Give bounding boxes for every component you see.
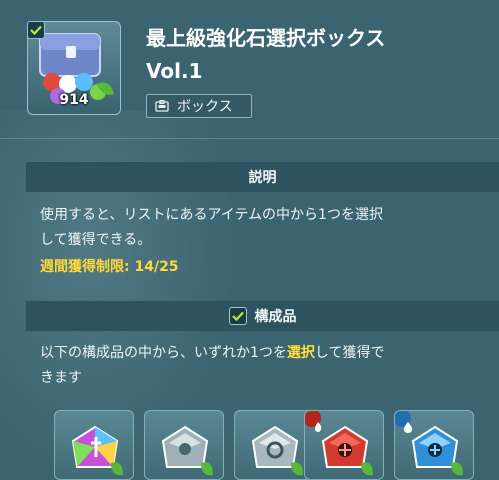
components-line2: きます	[40, 370, 82, 386]
slot-water-stone[interactable]	[394, 410, 474, 480]
selected-checkbox[interactable]	[27, 21, 45, 39]
slot-silver-stone-b[interactable]	[234, 410, 314, 480]
box-icon	[155, 100, 169, 112]
water-icon	[395, 411, 413, 433]
slot-fire-stone[interactable]	[304, 410, 384, 480]
fire-icon	[305, 411, 322, 432]
item-count: 914	[59, 92, 89, 108]
item-header: 914 最上級強化石選択ボックス Vol.1 ボックス	[0, 0, 499, 137]
item-type-label: ボックス	[177, 99, 233, 115]
item-title-line1: 最上級強化石選択ボックス	[146, 26, 386, 50]
select-highlight: 選択	[286, 345, 315, 361]
components-checkbox[interactable]	[228, 307, 247, 325]
rainbow-stone-icon	[71, 425, 123, 476]
description-section-header: 説明	[26, 162, 499, 192]
components-line1: 以下の構成品の中から、いずれか1つを選択して獲得で	[40, 345, 385, 361]
silver-stone-icon	[251, 425, 303, 476]
slot-rainbow-stone[interactable]	[54, 410, 134, 480]
description-text: 使用すると、リストにあるアイテムの中から1つを選択 して獲得できる。	[40, 203, 480, 253]
fire-stone-icon	[321, 425, 373, 476]
description-line1: 使用すると、リストにあるアイテムの中から1つを選択	[40, 207, 383, 223]
item-title: 最上級強化石選択ボックス Vol.1	[146, 22, 486, 88]
components-section-header: 構成品	[26, 301, 499, 331]
description-line2: して獲得できる。	[40, 232, 152, 248]
item-title-line2: Vol.1	[146, 59, 203, 83]
header-divider	[0, 138, 499, 139]
slot-silver-stone-a[interactable]	[144, 410, 224, 480]
components-header-label: 構成品	[254, 309, 297, 325]
weekly-limit: 週間獲得制限: 14/25	[40, 259, 179, 275]
silver-stone-icon	[161, 425, 213, 476]
checkmark-icon	[30, 25, 42, 35]
checkmark-icon	[231, 311, 244, 321]
component-slots	[40, 410, 499, 480]
water-stone-icon	[411, 425, 463, 476]
description-header-label: 説明	[248, 170, 277, 186]
item-type-tag: ボックス	[146, 94, 252, 118]
components-text: 以下の構成品の中から、いずれか1つを選択して獲得で きます	[40, 341, 480, 391]
